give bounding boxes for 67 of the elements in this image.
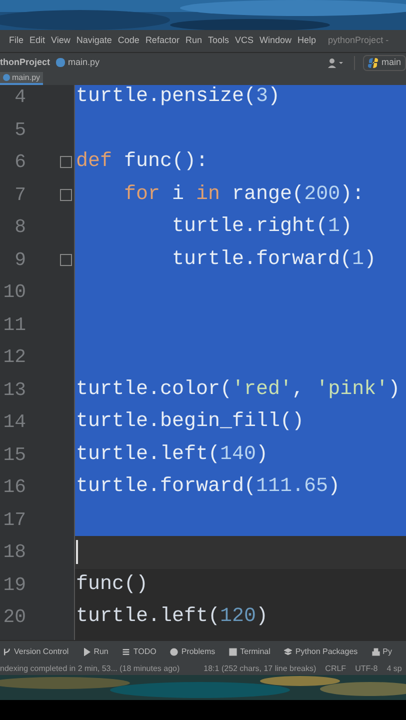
line-number: 11 [2, 312, 26, 338]
menu-item[interactable]: View [51, 34, 70, 48]
breadcrumb[interactable]: main.py [56, 56, 100, 70]
code-line: turtle.pensize(3) [76, 85, 280, 110]
status-item[interactable]: 18:1 (252 chars, 17 line breaks) [204, 662, 316, 674]
code-line: turtle.begin_fill() [76, 409, 304, 436]
menu-item[interactable]: Tools [208, 34, 229, 48]
status-item[interactable]: CRLF [325, 662, 346, 674]
code-line: turtle.right(1) [171, 214, 352, 240]
python-icon [368, 58, 378, 68]
window-title: pythonProject - [328, 34, 389, 48]
run-config-dropdown[interactable]: main [363, 54, 406, 70]
status-item[interactable]: 4 sp [386, 662, 402, 674]
tool-window-button[interactable]: Python Packages [284, 646, 358, 658]
line-number: 12 [2, 345, 26, 370]
code-line: turtle.forward(1) [171, 246, 376, 273]
tool-window-button[interactable]: Terminal [229, 646, 270, 658]
menu-item[interactable]: Code [118, 34, 140, 48]
line-number: 17 [2, 508, 26, 532]
menu-item[interactable]: VCS [234, 34, 254, 48]
terminal-icon [229, 648, 238, 656]
menu-item[interactable]: Navigate [76, 34, 112, 48]
line-number: 18 [2, 540, 26, 565]
code-line: def func(): [76, 149, 208, 176]
list-icon [122, 648, 130, 656]
line-number: 19 [2, 572, 26, 598]
status-item[interactable]: UTF-8 [355, 662, 378, 674]
status-message: ndexing completed in 2 min, 53... (18 minutes ago) [0, 662, 180, 674]
line-number: 15 [2, 442, 26, 468]
fold-marker-icon[interactable] [60, 254, 72, 266]
menu-item[interactable]: Help [298, 34, 316, 48]
stack-icon [284, 648, 292, 656]
tool-window-button[interactable]: Run [82, 646, 108, 658]
line-number: 20 [2, 605, 26, 630]
line-number: 4 [14, 85, 26, 110]
menu-item[interactable]: File [9, 34, 24, 48]
tool-window-button[interactable]: Version Control [3, 646, 69, 658]
user-icon[interactable] [328, 58, 344, 68]
code-line: turtle.left(140) [76, 442, 268, 468]
line-number: 13 [2, 378, 26, 402]
tool-window-button[interactable]: TODO [122, 646, 156, 658]
menu-item[interactable]: Refactor [145, 34, 180, 48]
line-number: 5 [14, 118, 26, 142]
line-number: 14 [2, 410, 26, 435]
code-line: func() [76, 572, 148, 598]
play-icon [82, 648, 91, 656]
tool-window-button[interactable]: Py [372, 646, 392, 658]
fold-marker-icon[interactable] [60, 188, 72, 201]
code-line: turtle.left(120) [76, 604, 268, 630]
menu-item[interactable]: Run [185, 34, 202, 48]
branch-icon [3, 648, 11, 656]
line-number: 6 [14, 150, 26, 175]
menu-item[interactable]: Window [260, 34, 292, 48]
tool-window-button[interactable]: Problems [170, 646, 216, 658]
breadcrumb[interactable]: thonProject [0, 56, 50, 70]
code-line: for i in range(200): [123, 182, 364, 208]
code-line: turtle.color('red', 'pink') [76, 376, 400, 403]
line-number: 16 [2, 475, 26, 500]
code-line: turtle.forward(111.65) [76, 474, 340, 500]
line-number: 8 [14, 215, 26, 240]
line-number: 7 [14, 182, 26, 208]
text-caret [76, 540, 78, 564]
fold-marker-icon[interactable] [60, 156, 72, 168]
line-number: 10 [2, 280, 26, 305]
editor-tab[interactable]: main.py [0, 72, 44, 85]
line-number: 9 [14, 248, 26, 272]
menu-item[interactable]: Edit [30, 34, 46, 48]
